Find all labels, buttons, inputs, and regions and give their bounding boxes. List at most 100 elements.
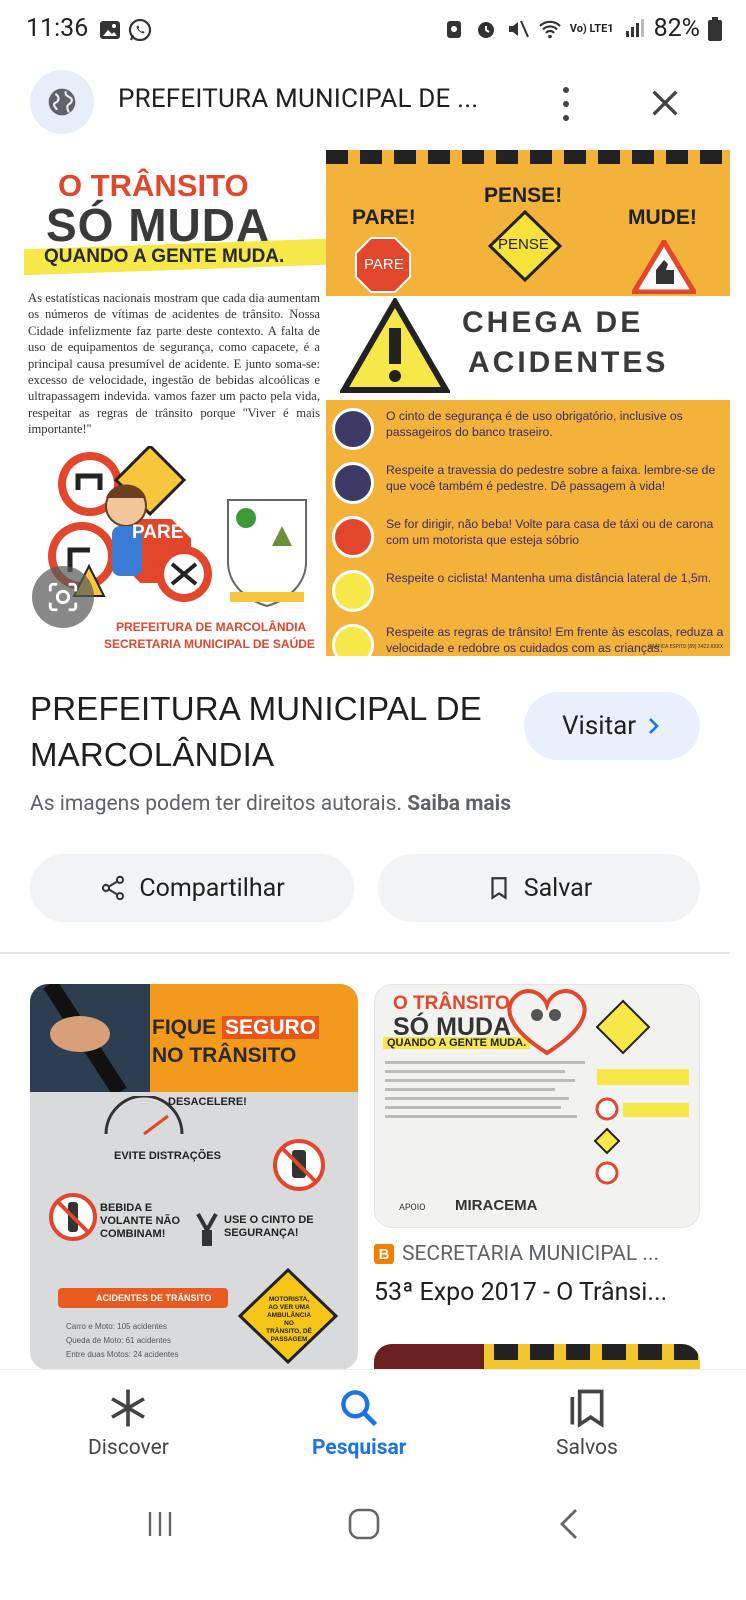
whatsapp-icon [128,18,152,42]
home-icon[interactable] [346,1506,382,1542]
back-icon[interactable] [556,1506,584,1542]
close-icon[interactable] [648,86,682,120]
poster-pense: PENSE! [484,184,563,207]
signal-icon [625,18,644,37]
divider [0,952,730,954]
save-label: Salvar [523,873,593,903]
visit-label: Visitar [561,711,637,741]
card1-stat: Queda de Moto: 61 acidentes [66,1336,171,1345]
card1-cinto: USE O CINTO DE SEGURANÇA! [224,1214,314,1239]
card2-miracema: MIRACEMA [455,1197,538,1214]
wifi-icon [538,20,561,38]
poster-rule: O cinto de segurança é de uso obrigatóri… [332,406,730,454]
change-sign-icon [632,240,696,294]
card1-desacelere: DESACELERE! [168,1096,247,1108]
cyclist-icon [332,570,374,612]
poster-mude: MUDE! [628,206,697,229]
globe-icon [48,88,76,116]
more-options-icon[interactable] [552,84,580,124]
poster-prefeitura: PREFEITURA DE MARCOLÂNDIA [116,620,307,634]
bookmark-icon [491,877,507,900]
heart-family-illustration [507,989,587,1056]
visit-button[interactable]: Visitar [524,692,700,760]
think-sign-label: PENSE [498,236,549,253]
children-icon [332,624,374,656]
network-label: Vo) LTE1 [569,22,614,35]
card1-bebida: BEBIDA E VOLANTE NÃO COMBINAM! [100,1202,181,1240]
status-bar: 11:36 Vo) LTE1 82% [0,0,746,64]
warning-icon [340,298,450,393]
no-phone-icon [273,1139,325,1191]
card1-stat: Carro e Moto: 105 acidentes [66,1322,167,1331]
card1-title-a: FIQUE [152,1016,217,1039]
pedestrian-icon [332,462,374,504]
card1-title-b: SEGURO [222,1016,320,1039]
saved-collections-icon [570,1389,604,1428]
related-image-card[interactable]: O TRÂNSITO SÓ MUDA QUANDO A GENTE MUDA. … [374,984,700,1228]
poster-chega: CHEGA DE [462,306,644,339]
search-icon [341,1390,378,1427]
battery-icon [708,16,722,41]
share-icon [102,875,125,901]
no-drinking-icon [332,516,374,558]
poster-credit: GRÁFICA ESPITO (89) 3422-XXXX [648,644,723,650]
related-result-title[interactable]: 53ª Expo 2017 - O Trânsi... [374,1278,667,1307]
alarm-icon [477,21,494,38]
hazard-stripe [326,150,730,164]
seatbelt-buckle-icon [196,1213,218,1246]
result-source[interactable]: B SECRETARIA MUNICIPAL ... [374,1242,659,1266]
nav-discover[interactable]: Discover [88,1386,169,1460]
save-button[interactable]: Salvar [378,854,700,922]
poster-rule: Respeite o ciclista! Mantenha uma distân… [332,568,730,616]
system-nav-bar [0,1480,746,1600]
battery-percent: 82% [653,14,700,43]
nav-saved[interactable]: Salvos [556,1386,618,1460]
recent-apps-icon[interactable] [144,1508,176,1540]
share-label: Compartilhar [139,873,285,903]
poster-subtitle: QUANDO A GENTE MUDA. [44,246,285,267]
poster-rules: O cinto de segurança é de uso obrigatóri… [332,406,730,656]
seatbelt-photo [30,984,150,1092]
copyright-notice: As imagens podem ter direitos autorais. … [30,792,512,816]
page-title-truncated[interactable]: PREFEITURA MUNICIPAL DE ... [118,84,478,114]
poster-rule: Respeite as regras de trânsito! Em frent… [332,622,730,656]
pare-sign-small-label: PARE [132,522,184,543]
result-title: PREFEITURA MUNICIPAL DE MARCOLÂNDIA [30,690,483,773]
nav-search[interactable]: Pesquisar [312,1386,406,1460]
google-lens-button[interactable] [32,566,94,628]
card1-acidentes: ACIDENTES DE TRÂNSITO [96,1293,212,1303]
site-favicon [30,70,94,134]
mute-icon [508,20,529,37]
bottom-nav: Discover Pesquisar Salvos [0,1370,746,1480]
no-drink-icon [49,1193,97,1241]
learn-more-link[interactable]: Saiba mais [407,792,511,816]
poster-secretaria: SECRETARIA MUNICIPAL DE SAÚDE [104,637,315,651]
source-label: SECRETARIA MUNICIPAL ... [402,1242,660,1266]
stop-sign-label: PARE [364,256,404,273]
nav-saved-label: Salvos [556,1436,618,1460]
blogger-icon: B [374,1244,394,1264]
poster-body: As estatísticas nacionais mostram que ca… [28,291,320,437]
preview-image[interactable]: O TRÂNSITO SÓ MUDA QUANDO A GENTE MUDA. … [0,150,730,656]
asterisk-icon [111,1389,146,1427]
nav-discover-label: Discover [88,1436,169,1460]
card2-signs-column [593,999,689,1185]
lens-icon [48,582,78,612]
card2-apoio: APOIO [399,1203,426,1213]
poster-pare: PARE! [352,206,416,229]
card1-stat: Entre duas Motos: 24 acidentes [66,1350,179,1359]
poster-rule: Se for dirigir, não beba! Volte para cas… [332,514,730,562]
card2-title-a: O TRÂNSITO [393,993,510,1014]
card2-text-block [385,1055,585,1185]
related-image-card[interactable]: FIQUE SEGURO NO TRÂNSITO DESACELERE! EVI… [30,984,358,1370]
poster-acidentes: ACIDENTES [468,346,669,379]
battery-saver-icon [446,20,461,38]
status-time: 11:36 [26,14,89,43]
gallery-icon [100,21,120,39]
share-button[interactable]: Compartilhar [30,854,354,922]
card1-motorista: MOTORISTA, AO VER UMA AMBULÂNCIA NO TRÂN… [266,1296,312,1343]
card1-evite: EVITE DISTRAÇÕES [114,1150,221,1162]
chevron-right-icon [649,718,659,734]
marcolandia-seal-icon [227,499,307,608]
nav-search-label: Pesquisar [312,1436,407,1460]
